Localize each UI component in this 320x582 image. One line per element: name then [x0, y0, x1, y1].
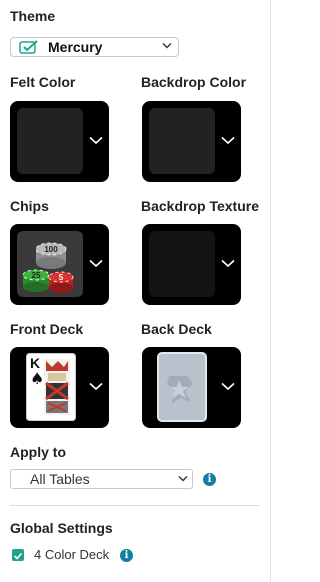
backdrop-color-label: Backdrop Color: [141, 74, 247, 90]
theme-select[interactable]: Mercury: [10, 37, 179, 57]
checkmark-icon: [13, 552, 23, 560]
backdrop-texture-picker[interactable]: [142, 224, 241, 305]
backdrop-texture-label: Backdrop Texture: [141, 198, 259, 214]
apply-to-info-icon[interactable]: i: [203, 473, 216, 486]
card-suit: ♠: [30, 369, 44, 388]
chip-value-5: 5: [59, 273, 64, 282]
backdrop-texture-swatch: [149, 231, 215, 297]
chip-value-100: 100: [44, 245, 58, 254]
front-deck-label: Front Deck: [10, 321, 84, 337]
panel-right-border: [270, 0, 271, 582]
global-settings-label: Global Settings: [10, 520, 113, 536]
section-divider: [10, 505, 260, 506]
four-color-deck-info-icon[interactable]: i: [120, 549, 133, 562]
chips-label: Chips: [10, 198, 49, 214]
chips-preview: 100 25 5: [17, 231, 83, 297]
four-color-deck-label: 4 Color Deck: [34, 547, 110, 562]
apply-to-select[interactable]: All Tables: [10, 469, 193, 489]
chip-value-25: 25: [32, 271, 41, 280]
chevron-down-icon: [221, 136, 235, 145]
felt-color-swatch: [17, 108, 83, 174]
chevron-down-icon: [162, 43, 172, 49]
theme-selected-value: Mercury: [48, 39, 103, 55]
felt-color-label: Felt Color: [10, 74, 76, 90]
chevron-down-icon: [178, 476, 188, 482]
felt-color-picker[interactable]: [10, 101, 109, 182]
chevron-down-icon: [89, 382, 103, 391]
chevron-down-icon: [89, 136, 103, 145]
king-of-spades-card-image: K ♠: [26, 353, 76, 421]
theme-label: Theme: [10, 8, 56, 24]
chevron-down-icon: [89, 259, 103, 268]
backdrop-color-swatch: [149, 108, 215, 174]
card-back-image: [157, 352, 207, 422]
apply-to-label: Apply to: [10, 444, 66, 460]
four-color-deck-checkbox[interactable]: [12, 549, 24, 561]
theme-check-icon: [19, 40, 38, 54]
backdrop-color-picker[interactable]: [142, 101, 241, 182]
back-deck-picker[interactable]: [142, 347, 241, 428]
chevron-down-icon: [221, 259, 235, 268]
apply-to-selected-value: All Tables: [30, 471, 90, 487]
front-deck-picker[interactable]: K ♠: [10, 347, 109, 428]
back-deck-label: Back Deck: [141, 321, 212, 337]
chips-stack-image: 100 25 5: [22, 242, 74, 293]
chips-picker[interactable]: 100 25 5: [10, 224, 109, 305]
chevron-down-icon: [221, 382, 235, 391]
